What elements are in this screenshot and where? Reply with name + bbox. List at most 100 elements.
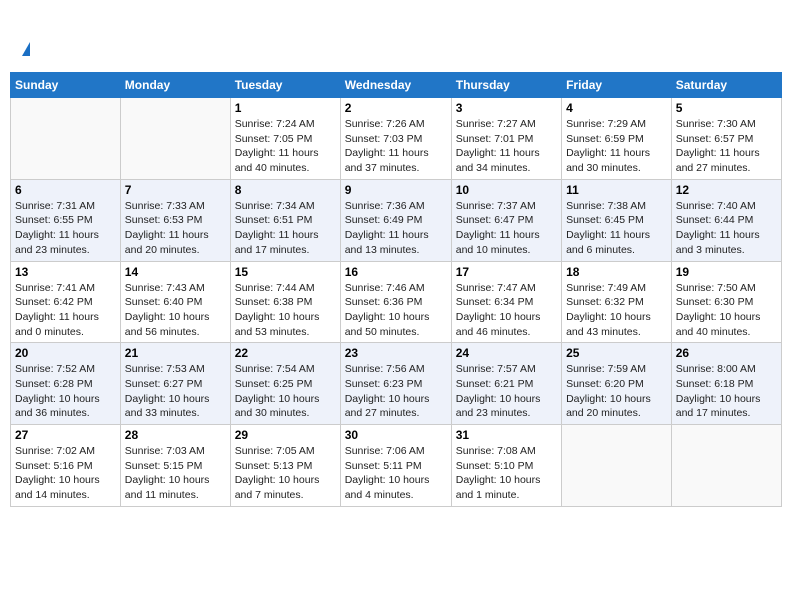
calendar-cell: 24Sunrise: 7:57 AMSunset: 6:21 PMDayligh…: [451, 343, 561, 425]
calendar-cell: 28 Sunrise: 7:03 AMSunset: 5:15 PMDayligh…: [120, 425, 230, 507]
day-info: Sunrise: 7:36 AMSunset: 6:49 PMDaylight:…: [345, 199, 447, 258]
calendar-cell: 3Sunrise: 7:27 AMSunset: 7:01 PMDaylight…: [451, 98, 561, 180]
day-info: Sunrise: 7:06 AMSunset: 5:11 PMDaylight:…: [345, 444, 447, 503]
day-info: Sunrise: 7:31 AMSunset: 6:55 PMDaylight:…: [15, 199, 116, 258]
calendar-cell: 20 Sunrise: 7:52 AMSunset: 6:28 PMDayligh…: [11, 343, 121, 425]
day-info: Sunrise: 7:30 AMSunset: 6:57 PMDaylight:…: [676, 117, 777, 176]
day-of-week-header: Thursday: [451, 73, 561, 98]
day-number: 20: [15, 346, 116, 360]
calendar-cell: 16 Sunrise: 7:46 AMSunset: 6:36 PMDayligh…: [340, 261, 451, 343]
calendar-cell: [11, 98, 121, 180]
day-number: 22: [235, 346, 336, 360]
day-info: Sunrise: 7:27 AMSunset: 7:01 PMDaylight:…: [456, 117, 557, 176]
calendar-cell: [120, 98, 230, 180]
day-number: 4: [566, 101, 667, 115]
day-number: 28: [125, 428, 226, 442]
day-info: Sunrise: 7:24 AMSunset: 7:05 PMDaylight:…: [235, 117, 336, 176]
calendar-cell: 19 Sunrise: 7:50 AMSunset: 6:30 PMDayligh…: [671, 261, 781, 343]
page-header: [10, 10, 782, 64]
calendar-cell: 14Sunrise: 7:43 AMSunset: 6:40 PMDayligh…: [120, 261, 230, 343]
calendar-cell: 25 Sunrise: 7:59 AMSunset: 6:20 PMDayligh…: [562, 343, 672, 425]
day-info: Sunrise: 7:49 AMSunset: 6:32 PMDaylight:…: [566, 281, 667, 340]
calendar-cell: 4 Sunrise: 7:29 AMSunset: 6:59 PMDaylight…: [562, 98, 672, 180]
day-number: 21: [125, 346, 226, 360]
day-number: 25: [566, 346, 667, 360]
day-of-week-header: Sunday: [11, 73, 121, 98]
calendar-cell: 30 Sunrise: 7:06 AMSunset: 5:11 PMDayligh…: [340, 425, 451, 507]
day-info: Sunrise: 7:44 AMSunset: 6:38 PMDaylight:…: [235, 281, 336, 340]
calendar-cell: 31 Sunrise: 7:08 AMSunset: 5:10 PMDayligh…: [451, 425, 561, 507]
day-of-week-header: Tuesday: [230, 73, 340, 98]
day-info: Sunrise: 7:46 AMSunset: 6:36 PMDaylight:…: [345, 281, 447, 340]
calendar-cell: 9 Sunrise: 7:36 AMSunset: 6:49 PMDaylight…: [340, 179, 451, 261]
calendar-cell: 26Sunrise: 8:00 AMSunset: 6:18 PMDayligh…: [671, 343, 781, 425]
day-info: Sunrise: 7:59 AMSunset: 6:20 PMDaylight:…: [566, 362, 667, 421]
day-of-week-header: Saturday: [671, 73, 781, 98]
day-info: Sunrise: 7:38 AMSunset: 6:45 PMDaylight:…: [566, 199, 667, 258]
day-number: 10: [456, 183, 557, 197]
day-info: Sunrise: 7:08 AMSunset: 5:10 PMDaylight:…: [456, 444, 557, 503]
calendar-cell: 18Sunrise: 7:49 AMSunset: 6:32 PMDayligh…: [562, 261, 672, 343]
day-number: 27: [15, 428, 116, 442]
calendar-cell: 1 Sunrise: 7:24 AMSunset: 7:05 PMDaylight…: [230, 98, 340, 180]
day-of-week-header: Friday: [562, 73, 672, 98]
day-info: Sunrise: 7:57 AMSunset: 6:21 PMDaylight:…: [456, 362, 557, 421]
calendar-week-row: 20 Sunrise: 7:52 AMSunset: 6:28 PMDayligh…: [11, 343, 782, 425]
day-info: Sunrise: 7:41 AMSunset: 6:42 PMDaylight:…: [15, 281, 116, 340]
calendar-cell: 17Sunrise: 7:47 AMSunset: 6:34 PMDayligh…: [451, 261, 561, 343]
day-info: Sunrise: 7:26 AMSunset: 7:03 PMDaylight:…: [345, 117, 447, 176]
calendar-cell: 2Sunrise: 7:26 AMSunset: 7:03 PMDaylight…: [340, 98, 451, 180]
day-number: 29: [235, 428, 336, 442]
day-number: 23: [345, 346, 447, 360]
day-number: 11: [566, 183, 667, 197]
calendar-table: SundayMondayTuesdayWednesdayThursdayFrid…: [10, 72, 782, 507]
day-number: 17: [456, 265, 557, 279]
day-number: 9: [345, 183, 447, 197]
logo-triangle-icon: [22, 42, 30, 56]
day-info: Sunrise: 7:37 AMSunset: 6:47 PMDaylight:…: [456, 199, 557, 258]
logo: [20, 15, 30, 59]
day-info: Sunrise: 7:54 AMSunset: 6:25 PMDaylight:…: [235, 362, 336, 421]
day-number: 16: [345, 265, 447, 279]
day-number: 15: [235, 265, 336, 279]
day-info: Sunrise: 7:05 AMSunset: 5:13 PMDaylight:…: [235, 444, 336, 503]
day-number: 6: [15, 183, 116, 197]
day-number: 5: [676, 101, 777, 115]
calendar-cell: 10 Sunrise: 7:37 AMSunset: 6:47 PMDayligh…: [451, 179, 561, 261]
day-number: 31: [456, 428, 557, 442]
day-number: 7: [125, 183, 226, 197]
day-info: Sunrise: 7:52 AMSunset: 6:28 PMDaylight:…: [15, 362, 116, 421]
calendar-cell: 29 Sunrise: 7:05 AMSunset: 5:13 PMDayligh…: [230, 425, 340, 507]
day-info: Sunrise: 7:33 AMSunset: 6:53 PMDaylight:…: [125, 199, 226, 258]
day-number: 12: [676, 183, 777, 197]
day-info: Sunrise: 7:50 AMSunset: 6:30 PMDaylight:…: [676, 281, 777, 340]
day-info: Sunrise: 7:34 AMSunset: 6:51 PMDaylight:…: [235, 199, 336, 258]
day-info: Sunrise: 7:29 AMSunset: 6:59 PMDaylight:…: [566, 117, 667, 176]
calendar-cell: [562, 425, 672, 507]
calendar-cell: 11 Sunrise: 7:38 AMSunset: 6:45 PMDayligh…: [562, 179, 672, 261]
calendar-cell: 13Sunrise: 7:41 AMSunset: 6:42 PMDayligh…: [11, 261, 121, 343]
day-info: Sunrise: 7:53 AMSunset: 6:27 PMDaylight:…: [125, 362, 226, 421]
day-number: 1: [235, 101, 336, 115]
calendar-header-row: SundayMondayTuesdayWednesdayThursdayFrid…: [11, 73, 782, 98]
day-info: Sunrise: 8:00 AMSunset: 6:18 PMDaylight:…: [676, 362, 777, 421]
calendar-cell: 27 Sunrise: 7:02 AMSunset: 5:16 PMDayligh…: [11, 425, 121, 507]
calendar-week-row: 27 Sunrise: 7:02 AMSunset: 5:16 PMDayligh…: [11, 425, 782, 507]
day-info: Sunrise: 7:02 AMSunset: 5:16 PMDaylight:…: [15, 444, 116, 503]
calendar-cell: 8 Sunrise: 7:34 AMSunset: 6:51 PMDaylight…: [230, 179, 340, 261]
day-info: Sunrise: 7:03 AMSunset: 5:15 PMDaylight:…: [125, 444, 226, 503]
calendar-week-row: 13Sunrise: 7:41 AMSunset: 6:42 PMDayligh…: [11, 261, 782, 343]
day-number: 30: [345, 428, 447, 442]
calendar-cell: 12 Sunrise: 7:40 AMSunset: 6:44 PMDayligh…: [671, 179, 781, 261]
day-number: 19: [676, 265, 777, 279]
calendar-week-row: 6 Sunrise: 7:31 AMSunset: 6:55 PMDaylight…: [11, 179, 782, 261]
calendar-cell: 23Sunrise: 7:56 AMSunset: 6:23 PMDayligh…: [340, 343, 451, 425]
calendar-cell: 7 Sunrise: 7:33 AMSunset: 6:53 PMDaylight…: [120, 179, 230, 261]
calendar-cell: [671, 425, 781, 507]
calendar-cell: 21 Sunrise: 7:53 AMSunset: 6:27 PMDayligh…: [120, 343, 230, 425]
day-number: 8: [235, 183, 336, 197]
calendar-cell: 22 Sunrise: 7:54 AMSunset: 6:25 PMDayligh…: [230, 343, 340, 425]
day-info: Sunrise: 7:40 AMSunset: 6:44 PMDaylight:…: [676, 199, 777, 258]
calendar-cell: 15 Sunrise: 7:44 AMSunset: 6:38 PMDayligh…: [230, 261, 340, 343]
day-number: 14: [125, 265, 226, 279]
